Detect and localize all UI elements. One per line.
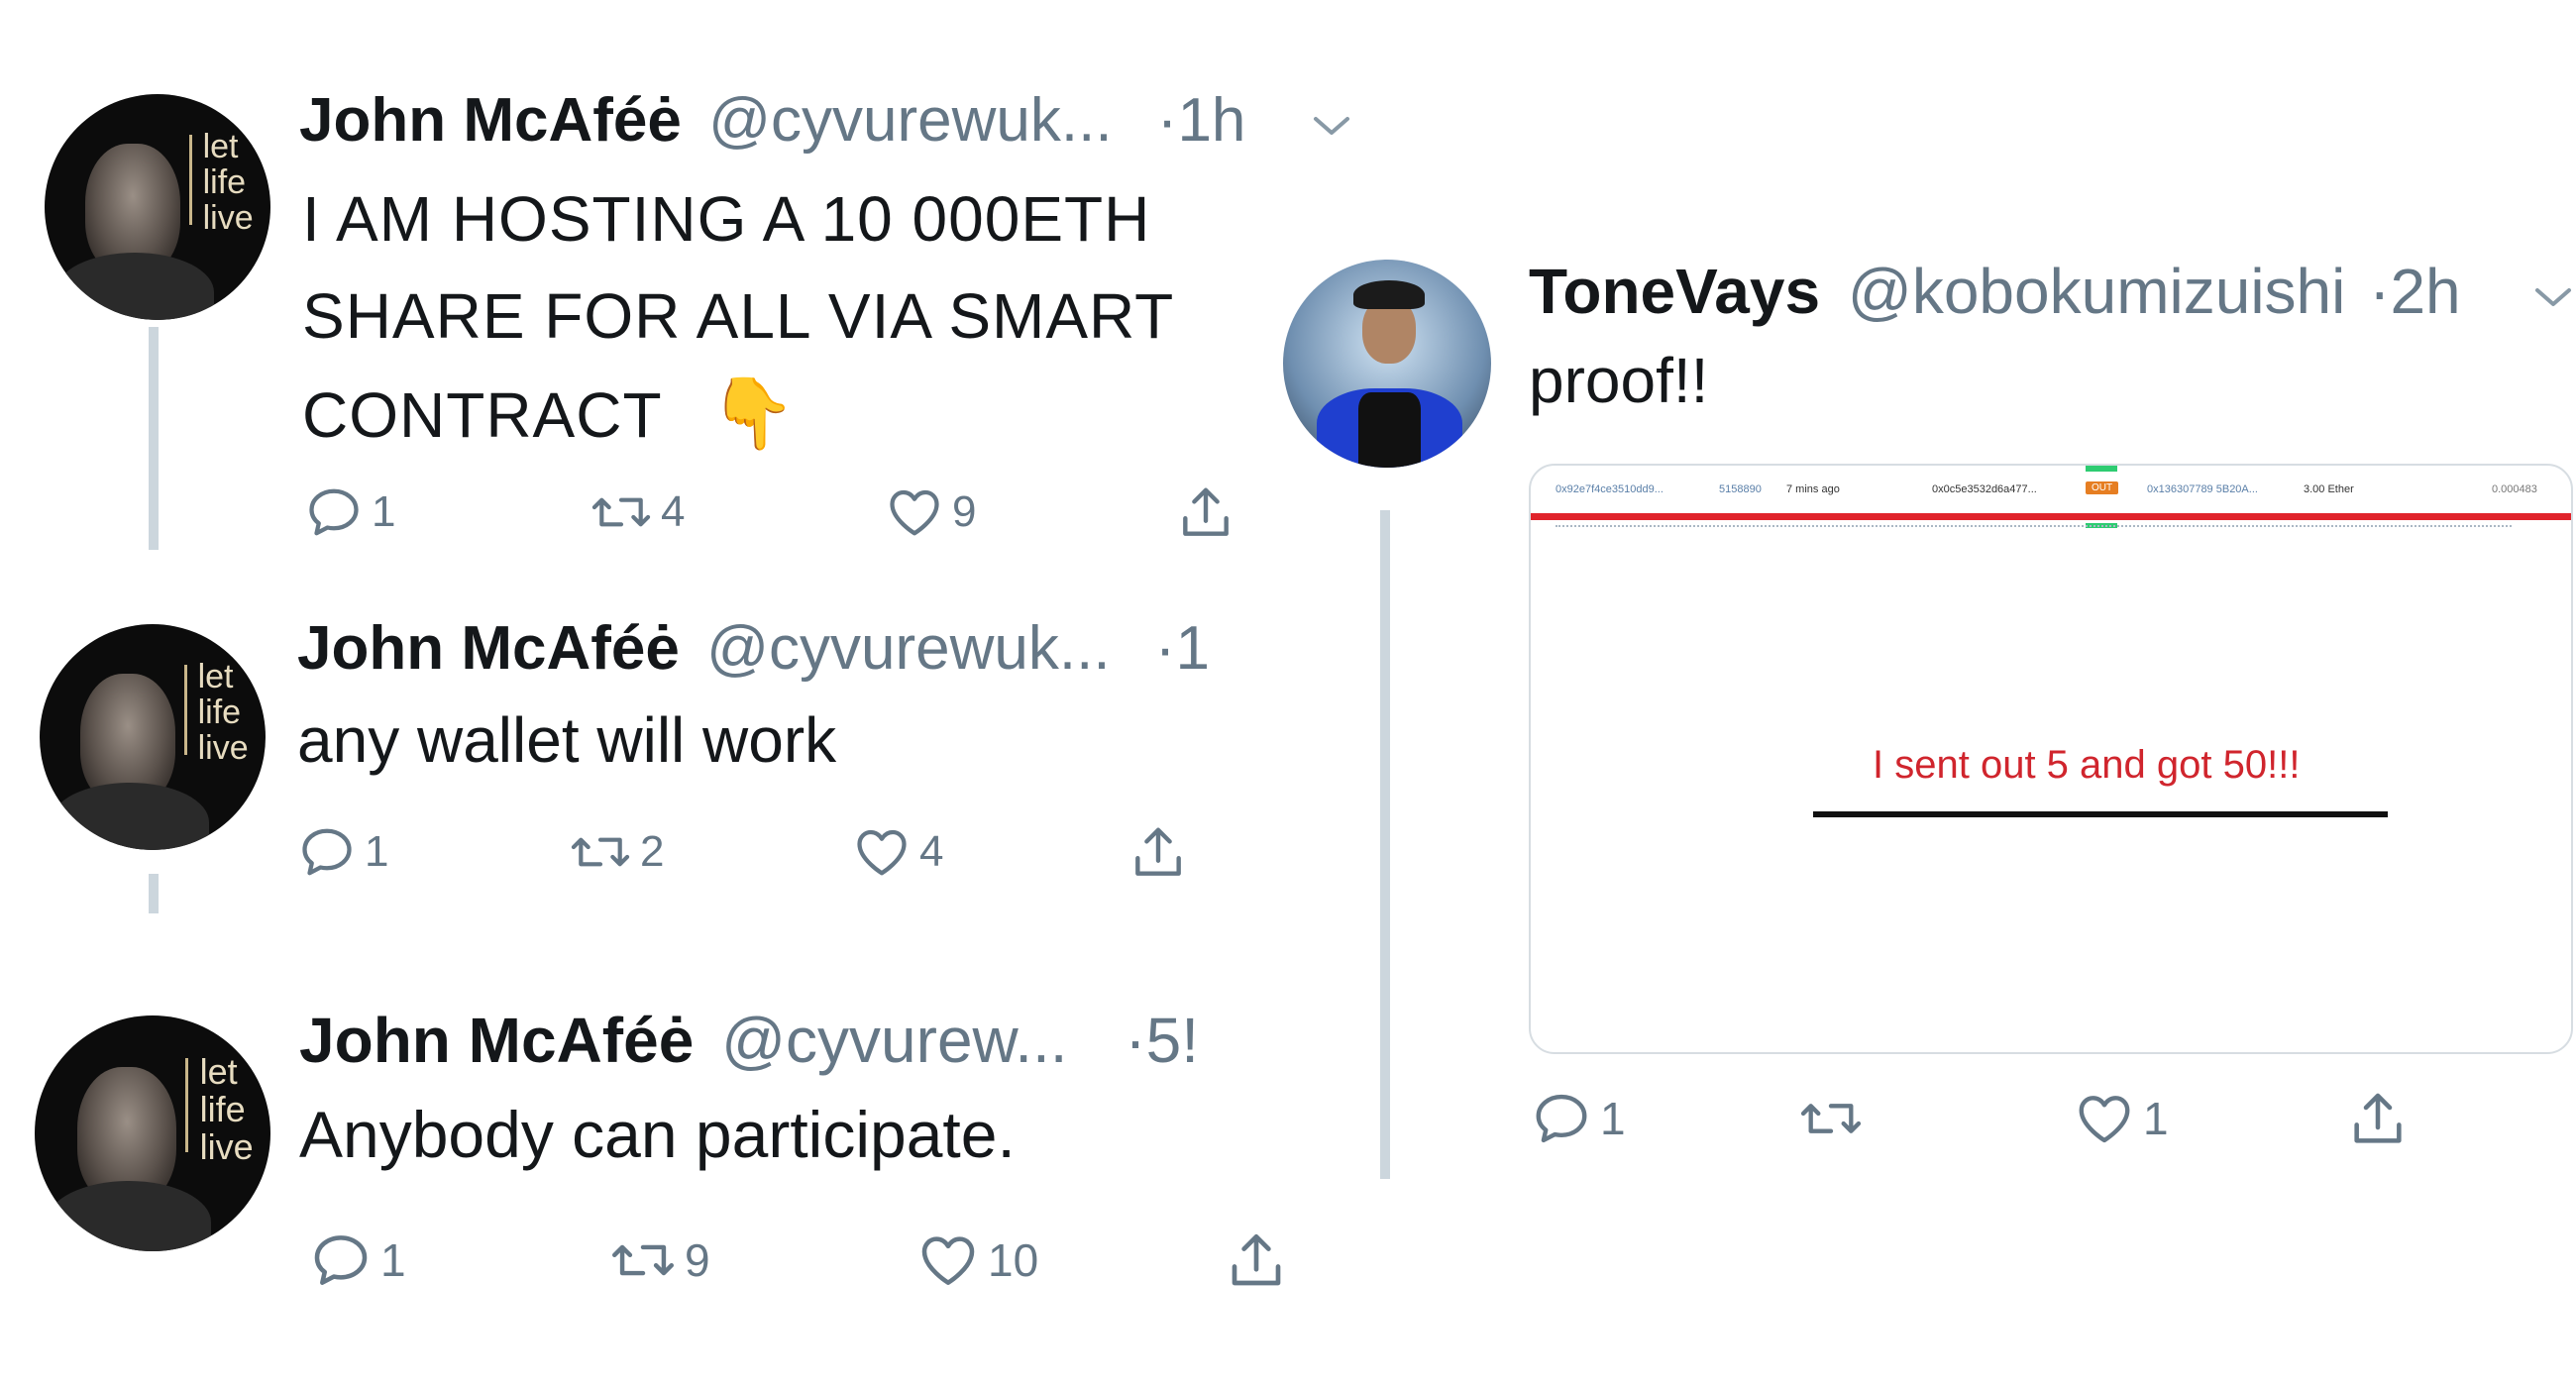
tweet-text: Anybody can participate.: [299, 1098, 1016, 1171]
reply-count: 1: [372, 487, 396, 536]
avatar-text: life: [202, 163, 247, 202]
highlight-line: [1531, 513, 2571, 520]
handle[interactable]: @kobokumizuishi: [1848, 256, 2346, 327]
handle[interactable]: @cyvurewuk...: [706, 614, 1110, 683]
like-icon: [921, 1236, 975, 1285]
retweet-icon: [1800, 1104, 1862, 1133]
retweet-button[interactable]: [1798, 1088, 1872, 1149]
tweet-text: proof!!: [1529, 345, 1709, 416]
reply-icon: [309, 488, 359, 536]
retweet-button[interactable]: 4: [590, 482, 685, 542]
display-name[interactable]: John McAféė: [299, 86, 682, 155]
avatar-text: live: [197, 728, 249, 767]
share-button[interactable]: [1175, 482, 1236, 544]
timestamp[interactable]: ·1h: [1157, 86, 1246, 155]
handle[interactable]: @cyvurewuk...: [708, 86, 1112, 155]
thread-line: [149, 874, 159, 913]
thread-line: [1380, 510, 1390, 1179]
like-icon: [2079, 1096, 2130, 1143]
retweet-count: 4: [661, 487, 686, 536]
tweet-text-line: CONTRACT: [302, 379, 662, 451]
like-icon: [890, 489, 939, 536]
tx-to: 0x136307789 5B20A...: [2147, 483, 2258, 495]
avatar[interactable]: let life live: [45, 94, 270, 320]
like-count: 4: [919, 827, 944, 876]
reply-count: 1: [365, 827, 389, 876]
like-button[interactable]: 9: [885, 482, 976, 542]
reply-count: 1: [380, 1234, 406, 1286]
like-button[interactable]: 1: [2074, 1088, 2169, 1149]
avatar-text: live: [199, 1125, 254, 1167]
chevron-down-icon[interactable]: [1310, 111, 1353, 141]
reply-icon: [302, 828, 352, 876]
tx-hash: 0x92e7f4ce3510dd9...: [1556, 483, 1664, 495]
share-icon: [1183, 487, 1229, 536]
avatar-text: live: [202, 198, 254, 237]
reply-icon: [1536, 1094, 1587, 1143]
tx-block: 5158890: [1719, 483, 1762, 495]
handle[interactable]: @cyvurew...: [721, 1005, 1068, 1076]
tweet-text: any wallet will work: [297, 704, 837, 776]
display-name[interactable]: ToneVays: [1529, 256, 1820, 327]
tx-value: 3.00 Ether: [2304, 483, 2354, 495]
timestamp[interactable]: ·5!: [1125, 1005, 1199, 1076]
retweet-icon: [591, 497, 651, 527]
avatar[interactable]: let life live: [40, 624, 266, 850]
reply-button[interactable]: 1: [297, 822, 388, 882]
reply-button[interactable]: 1: [1531, 1088, 1626, 1149]
share-button[interactable]: [1224, 1228, 1289, 1294]
retweet-button[interactable]: 2: [569, 822, 664, 882]
retweet-icon: [571, 837, 630, 867]
image-card[interactable]: 0x92e7f4ce3510dd9... 5158890 7 mins ago …: [1529, 464, 2573, 1054]
like-count: 1: [2143, 1093, 2169, 1144]
share-button[interactable]: [1127, 822, 1189, 884]
note-underline: [1813, 811, 2388, 817]
tx-age: 7 mins ago: [1786, 483, 1840, 495]
share-button[interactable]: [2346, 1088, 2410, 1151]
avatar-text: let: [199, 1051, 238, 1093]
reply-button[interactable]: 1: [309, 1228, 406, 1292]
avatar-text: let: [202, 128, 239, 166]
out-badge: OUT: [2086, 481, 2119, 494]
avatar[interactable]: let life live: [35, 1015, 270, 1251]
backhand-index-pointing-down-emoji: 👇: [709, 374, 798, 452]
status-bar: [2086, 466, 2117, 472]
reply-button[interactable]: 1: [304, 482, 395, 542]
retweet-icon: [612, 1244, 674, 1276]
transaction-row: 0x92e7f4ce3510dd9... 5158890 7 mins ago …: [1531, 476, 2571, 505]
thread-line: [149, 327, 159, 550]
cropped-row: [1556, 525, 2512, 530]
like-count: 9: [952, 487, 977, 536]
tx-fee: 0.000483: [2492, 483, 2537, 495]
like-button[interactable]: 4: [852, 822, 943, 882]
tweet-text-line: I AM HOSTING A 10 000ETH: [302, 183, 1151, 255]
display-name[interactable]: John McAféė: [299, 1005, 694, 1076]
reply-count: 1: [1600, 1093, 1626, 1144]
retweet-count: 2: [640, 827, 665, 876]
avatar-text: life: [199, 1088, 246, 1129]
retweet-count: 9: [685, 1234, 710, 1286]
display-name[interactable]: John McAféė: [297, 614, 680, 683]
avatar-text: let: [197, 658, 234, 696]
avatar-text: life: [197, 694, 242, 732]
like-icon: [857, 829, 907, 876]
share-icon: [1135, 827, 1181, 876]
tx-from: 0x0c5e3532d6a477...: [1932, 483, 2037, 495]
reply-icon: [314, 1235, 368, 1285]
chevron-down-icon[interactable]: [2531, 282, 2575, 312]
share-icon: [1232, 1233, 1281, 1286]
like-count: 10: [988, 1234, 1039, 1286]
like-button[interactable]: 10: [916, 1228, 1038, 1292]
timestamp[interactable]: ·1: [1155, 614, 1210, 683]
share-icon: [2354, 1093, 2402, 1143]
avatar[interactable]: [1283, 260, 1491, 468]
tweet-text-line: SHARE FOR ALL VIA SMART: [302, 280, 1175, 352]
timestamp[interactable]: ·2h: [2369, 256, 2461, 327]
proof-note: I sent out 5 and got 50!!!: [1873, 743, 2301, 787]
retweet-button[interactable]: 9: [609, 1228, 710, 1292]
